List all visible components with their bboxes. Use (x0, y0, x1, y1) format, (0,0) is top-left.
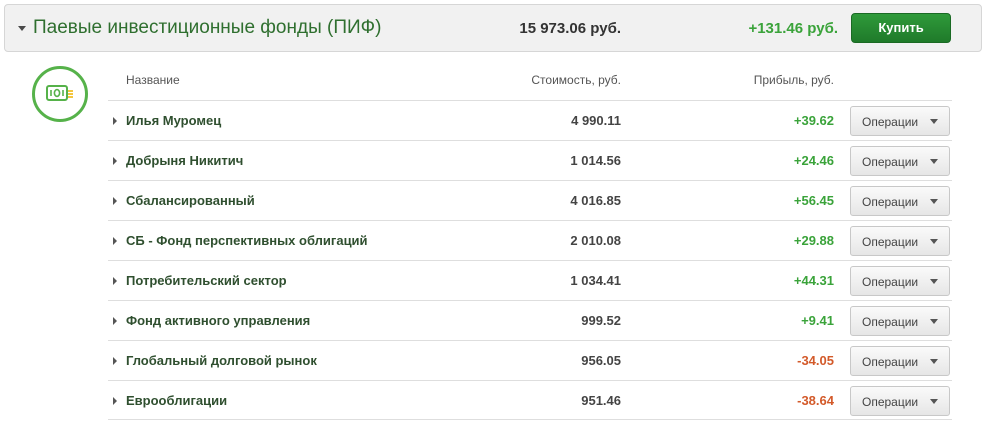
operations-label: Операции (862, 235, 919, 249)
column-header-profit: Прибыль, руб. (753, 73, 834, 87)
table-row[interactable]: Еврооблигации 951.46 -38.64 Операции (108, 380, 952, 420)
operations-label: Операции (862, 195, 919, 209)
fund-profit: +56.45 (793, 193, 834, 208)
section-total-value: 15 973.06 руб. (519, 20, 621, 37)
chevron-down-icon (930, 399, 938, 404)
fund-cost: 4 016.85 (570, 193, 621, 208)
caret-right-icon[interactable] (113, 197, 117, 205)
table-row[interactable]: Илья Муромец 4 990.11 +39.62 Операции (108, 100, 952, 140)
column-header-name: Название (126, 73, 180, 87)
caret-right-icon[interactable] (113, 317, 117, 325)
caret-right-icon[interactable] (113, 357, 117, 365)
fund-name[interactable]: Фонд активного управления (126, 313, 310, 328)
fund-cost: 4 990.11 (571, 113, 621, 128)
buy-button[interactable]: Купить (851, 13, 951, 43)
operations-dropdown[interactable]: Операции (850, 346, 950, 376)
operations-label: Операции (862, 355, 919, 369)
operations-dropdown[interactable]: Операции (850, 266, 950, 296)
fund-profit: -38.64 (797, 393, 834, 408)
fund-profit: -34.05 (797, 353, 834, 368)
caret-right-icon[interactable] (113, 237, 117, 245)
operations-dropdown[interactable]: Операции (850, 146, 950, 176)
chevron-down-icon (930, 359, 938, 364)
table-row[interactable]: Потребительский сектор 1 034.41 +44.31 О… (108, 260, 952, 300)
operations-dropdown[interactable]: Операции (850, 106, 950, 136)
money-bill-icon (32, 66, 88, 122)
caret-down-icon[interactable] (18, 26, 26, 31)
fund-name[interactable]: Сбалансированный (126, 193, 255, 208)
fund-cost: 1 034.41 (570, 273, 621, 288)
table-row[interactable]: Фонд активного управления 999.52 +9.41 О… (108, 300, 952, 340)
fund-cost: 951.46 (581, 393, 621, 408)
column-header-cost: Стоимость, руб. (531, 73, 621, 87)
table-row[interactable]: Сбалансированный 4 016.85 +56.45 Операци… (108, 180, 952, 220)
fund-cost: 999.52 (581, 313, 621, 328)
fund-profit: +24.46 (793, 153, 834, 168)
operations-dropdown[interactable]: Операции (850, 226, 950, 256)
operations-dropdown[interactable]: Операции (850, 386, 950, 416)
operations-dropdown[interactable]: Операции (850, 306, 950, 336)
chevron-down-icon (930, 159, 938, 164)
chevron-down-icon (930, 239, 938, 244)
fund-profit: +9.41 (801, 313, 834, 328)
chevron-down-icon (930, 119, 938, 124)
fund-cost: 956.05 (581, 353, 621, 368)
fund-name[interactable]: СБ - Фонд перспективных облигаций (126, 233, 368, 248)
operations-label: Операции (862, 315, 919, 329)
table-row[interactable]: Добрыня Никитич 1 014.56 +24.46 Операции (108, 140, 952, 180)
funds-table: Илья Муромец 4 990.11 +39.62 Операции До… (108, 100, 952, 420)
operations-label: Операции (862, 275, 919, 289)
fund-cost: 2 010.08 (570, 233, 621, 248)
fund-profit: +44.31 (793, 273, 834, 288)
fund-profit: +29.88 (793, 233, 834, 248)
fund-name[interactable]: Добрыня Никитич (126, 153, 243, 168)
operations-dropdown[interactable]: Операции (850, 186, 950, 216)
caret-right-icon[interactable] (113, 117, 117, 125)
section-total-profit: +131.46 руб. (748, 20, 838, 37)
caret-right-icon[interactable] (113, 157, 117, 165)
fund-name[interactable]: Еврооблигации (126, 393, 227, 408)
operations-label: Операции (862, 155, 919, 169)
table-row[interactable]: СБ - Фонд перспективных облигаций 2 010.… (108, 220, 952, 260)
fund-name[interactable]: Илья Муромец (126, 113, 221, 128)
section-title[interactable]: Паевые инвестиционные фонды (ПИФ) (33, 17, 381, 39)
chevron-down-icon (930, 279, 938, 284)
fund-cost: 1 014.56 (570, 153, 621, 168)
chevron-down-icon (930, 199, 938, 204)
fund-name[interactable]: Потребительский сектор (126, 273, 287, 288)
operations-label: Операции (862, 395, 919, 409)
operations-label: Операции (862, 115, 919, 129)
fund-profit: +39.62 (793, 113, 834, 128)
fund-name[interactable]: Глобальный долговой рынок (126, 353, 317, 368)
caret-right-icon[interactable] (113, 277, 117, 285)
section-header[interactable]: Паевые инвестиционные фонды (ПИФ) 15 973… (4, 4, 982, 52)
chevron-down-icon (930, 319, 938, 324)
caret-right-icon[interactable] (113, 397, 117, 405)
table-row[interactable]: Глобальный долговой рынок 956.05 -34.05 … (108, 340, 952, 380)
